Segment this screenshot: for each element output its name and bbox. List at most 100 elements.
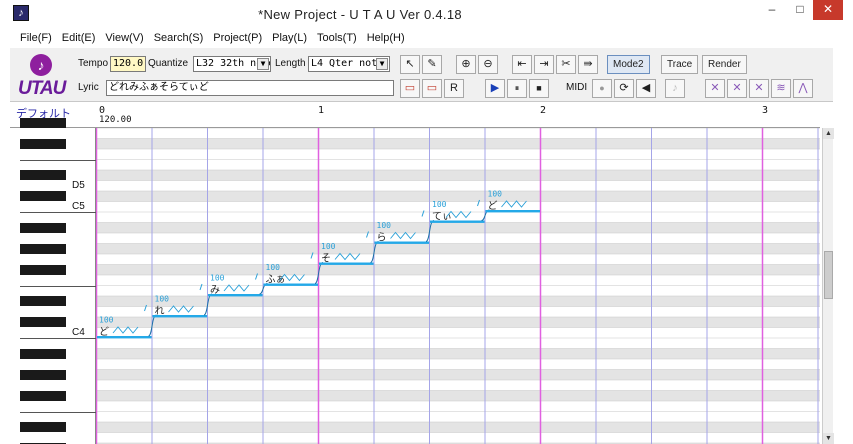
menu-tools[interactable]: Tools(T) — [317, 32, 357, 44]
record-icon[interactable]: ● — [592, 79, 612, 98]
tempo-input[interactable]: 120.0 — [110, 56, 146, 72]
chevron-down-icon[interactable]: ▼ — [376, 58, 388, 70]
mode2-button[interactable]: Mode2 — [607, 55, 650, 74]
note-grid-canvas[interactable]: 100ど100れ100み100ふぁ100そ100ら100てぃ100ど — [96, 128, 820, 444]
note-lyric: そ — [321, 253, 331, 265]
black-key[interactable] — [20, 264, 66, 275]
metronome-icon[interactable]: ♪ — [665, 79, 685, 98]
length-label: Length — [275, 58, 306, 69]
pencil-tool-icon[interactable]: ✎ — [422, 55, 442, 74]
to-end-icon[interactable]: ⇥ — [534, 55, 554, 74]
grid-row — [96, 327, 820, 338]
grid-row — [96, 191, 820, 202]
note-velocity: 100 — [488, 190, 503, 199]
grid-row — [96, 285, 820, 296]
menu-project[interactable]: Project(P) — [213, 32, 262, 44]
play-icon[interactable]: ▶ — [485, 79, 505, 98]
pause-icon[interactable]: ⏸ — [507, 79, 527, 98]
black-key[interactable] — [20, 317, 66, 327]
black-key[interactable] — [20, 138, 66, 149]
black-key[interactable] — [20, 296, 66, 306]
note-lyric: ど — [488, 200, 498, 212]
grid-row — [96, 201, 820, 212]
effect1-icon[interactable]: ✕ — [705, 79, 725, 98]
chevron-down-icon[interactable]: ▼ — [257, 58, 269, 70]
menu-view[interactable]: View(V) — [105, 32, 143, 44]
stamp3-icon[interactable]: R — [444, 79, 464, 98]
grid-row — [96, 296, 820, 307]
effect4-icon[interactable]: ≋ — [771, 79, 791, 98]
piano-keyboard[interactable]: D5 C5 C4 — [10, 117, 96, 444]
grid-row — [96, 222, 820, 233]
bar-number-1: 1 — [318, 105, 325, 116]
lyric-input[interactable]: どれみふぁそらてぃど — [106, 80, 394, 96]
note-lyric: ど — [99, 326, 109, 338]
grid-row — [96, 432, 820, 443]
speaker-icon[interactable]: ◀ — [636, 79, 656, 98]
vertical-scrollbar[interactable]: ▲ ▼ — [822, 128, 834, 444]
effect5-icon[interactable]: ⋀ — [793, 79, 813, 98]
logo-note-icon: ♪ — [30, 54, 52, 76]
grid-row — [96, 422, 820, 433]
grid-row — [96, 348, 820, 359]
menu-play[interactable]: Play(L) — [272, 32, 307, 44]
effect2-icon[interactable]: ✕ — [727, 79, 747, 98]
menu-help[interactable]: Help(H) — [367, 32, 405, 44]
zoom-out-icon[interactable]: ⊖ — [478, 55, 498, 74]
menu-file[interactable]: File(F) — [20, 32, 52, 44]
split-icon[interactable]: ✂ — [556, 55, 576, 74]
arrow-tool-icon[interactable]: ↖ — [400, 55, 420, 74]
stop-icon[interactable]: ■ — [529, 79, 549, 98]
grid-row — [96, 264, 820, 275]
black-key[interactable] — [20, 222, 66, 233]
tempo-marker[interactable]: 120.00 — [99, 115, 132, 125]
grid-row — [96, 359, 820, 370]
black-key[interactable] — [20, 348, 66, 359]
midi-label: MIDI — [566, 82, 588, 93]
maximize-button[interactable]: □ — [787, 0, 813, 20]
grid-row — [96, 149, 820, 160]
length-select[interactable]: L4 Qter note ▼ — [308, 56, 390, 72]
black-key[interactable] — [20, 117, 66, 128]
scroll-down-icon[interactable]: ▼ — [823, 433, 834, 444]
note-grid[interactable]: 100 ど 100 れ 100 み 100 ふぁ 100 そ 100 ら 100 てぃ 100 ど — [96, 128, 820, 444]
note-velocity: 100 — [377, 221, 392, 230]
to-start-icon[interactable]: ⇤ — [512, 55, 532, 74]
black-key[interactable] — [20, 390, 66, 401]
grid-row — [96, 275, 820, 286]
effect3-icon[interactable]: ✕ — [749, 79, 769, 98]
menu-edit[interactable]: Edit(E) — [62, 32, 96, 44]
loop-icon[interactable]: ⟳ — [614, 79, 634, 98]
black-key[interactable] — [20, 191, 66, 201]
black-key[interactable] — [20, 422, 66, 432]
quantize-select[interactable]: L32 32th note ▼ — [193, 56, 271, 72]
render-button[interactable]: Render — [702, 55, 747, 74]
title-bar: ♪ *New Project - U T A U Ver 0.4.18 – □ … — [10, 0, 843, 29]
stamp2-icon[interactable]: ▭ — [422, 79, 442, 98]
white-key-boundary — [20, 212, 96, 213]
menu-search[interactable]: Search(S) — [154, 32, 204, 44]
minimize-button[interactable]: – — [758, 0, 786, 20]
note-lyric: み — [210, 285, 220, 296]
step-icon[interactable]: ⇛ — [578, 55, 598, 74]
quantize-label: Quantize — [148, 58, 189, 69]
grid-row — [96, 180, 820, 191]
black-key[interactable] — [20, 170, 66, 180]
length-value: L4 Qter note — [311, 58, 384, 69]
black-key[interactable] — [20, 243, 66, 254]
note-velocity: 100 — [266, 263, 281, 272]
note-lyric: てぃ — [432, 212, 452, 223]
white-key-boundary — [20, 338, 96, 339]
trace-button[interactable]: Trace — [661, 55, 699, 74]
close-button[interactable]: ✕ — [813, 0, 843, 20]
black-key[interactable] — [20, 369, 66, 380]
scrollbar-thumb[interactable] — [824, 251, 833, 299]
scroll-up-icon[interactable]: ▲ — [823, 128, 834, 139]
stamp1-icon[interactable]: ▭ — [400, 79, 420, 98]
menu-bar: File(F) Edit(E) View(V) Search(S) Projec… — [10, 29, 843, 47]
toolbar: ♪ UTAU Tempo 120.0 Quantize L32 32th not… — [10, 48, 833, 102]
zoom-in-icon[interactable]: ⊕ — [456, 55, 476, 74]
utau-logo: ♪ UTAU — [16, 52, 72, 100]
key-label-c4: C4 — [72, 326, 85, 338]
measure-ruler[interactable]: デフォルト 0 120.00 1 2 3 — [10, 103, 820, 128]
